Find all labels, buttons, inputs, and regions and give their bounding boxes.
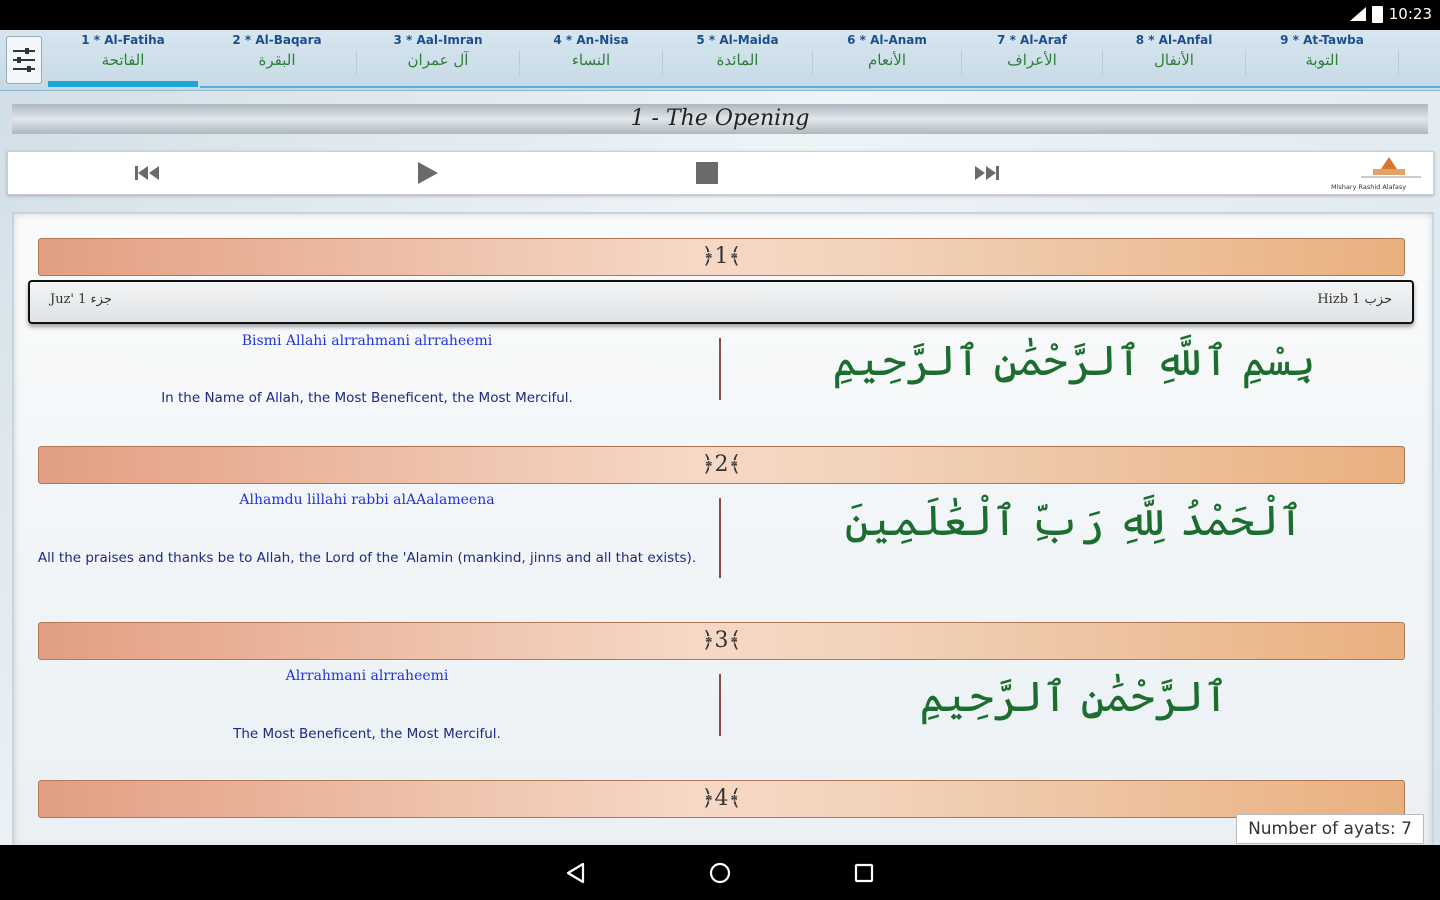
tab-label-ar: الأعراف [1007, 51, 1057, 69]
recents-square-icon [854, 863, 874, 883]
tab-label-ar: الأنعام [868, 51, 906, 69]
tab-al-anfal[interactable]: 8 * Al-Anfal الأنفال [1104, 30, 1244, 88]
tab-divider [812, 50, 813, 76]
ayah-header-1: ﴿1﴾ [38, 238, 1405, 276]
tab-al-anam[interactable]: 6 * Al-Anam الأنعام [814, 30, 960, 88]
ayah-divider [719, 338, 721, 400]
ayah-divider [719, 674, 721, 736]
selected-tab-indicator [48, 81, 198, 87]
tab-divider [356, 50, 357, 76]
ayah-arabic: بِسْمِ ٱللَّهِ ٱلرَّحْمَٰنِ ٱلرَّحِيمِ [832, 336, 1316, 385]
tab-at-tawba[interactable]: 9 * At-Tawba التوبة [1247, 30, 1397, 88]
tab-label-en: 1 * Al-Fatiha [81, 33, 165, 47]
tab-label-en: 5 * Al-Maida [696, 33, 779, 47]
previous-button[interactable] [133, 161, 161, 185]
battery-icon [1371, 5, 1383, 23]
tab-al-araf[interactable]: 7 * Al-Araf الأعراف [963, 30, 1101, 88]
reciter-selector[interactable]: Mishary Rashid Alafasy [1331, 155, 1423, 191]
tab-label-ar: النساء [571, 51, 611, 69]
ayah-list[interactable]: ﴿1﴾ Juz' 1 جزء Hizb 1 حزب Bismi Allahi a… [12, 212, 1434, 849]
tab-label-ar: آل عمران [407, 51, 469, 69]
settings-menu-button[interactable] [6, 36, 42, 84]
ayah-number: ﴿2﴾ [701, 452, 742, 477]
status-icons: 10:23 [1349, 5, 1432, 23]
ayah-translation: All the praises and thanks be to Allah, … [37, 550, 697, 566]
tab-divider [961, 50, 962, 76]
ayah-transliteration: Bismi Allahi alrrahmani alrraheemi [241, 333, 493, 349]
ayah-arabic: ٱلرَّحْمَٰنِ ٱلرَّحِيمِ [919, 672, 1229, 721]
tab-label-en: 4 * An-Nisa [553, 33, 629, 47]
ayah-number: ﴿3﴾ [701, 628, 742, 653]
tab-label-en: 2 * Al-Baqara [232, 33, 322, 47]
tab-underline [200, 86, 1440, 88]
ayah-number: ﴿1﴾ [701, 244, 742, 269]
audio-player: Mishary Rashid Alafasy [7, 151, 1434, 195]
back-triangle-icon [566, 862, 585, 884]
ayah-header-4: ﴿4﴾ [38, 780, 1405, 818]
tab-divider [519, 50, 520, 76]
hizb-label: Hizb 1 حزب [1317, 292, 1392, 307]
tab-label-en: 3 * Aal-Imran [393, 33, 483, 47]
tab-label-ar: الأنفال [1154, 51, 1194, 69]
play-button[interactable] [413, 161, 441, 185]
ayah-header-3: ﴿3﴾ [38, 622, 1405, 660]
reciter-logo-icon [1361, 157, 1421, 178]
tab-label-en: 8 * Al-Anfal [1135, 33, 1213, 47]
skip-previous-icon [135, 166, 159, 180]
tab-divider [1398, 50, 1399, 76]
skip-next-icon [975, 166, 999, 180]
surah-title: 1 - The Opening [630, 106, 810, 131]
ayah-divider [719, 498, 721, 578]
ayah-arabic: ٱلْحَمْدُ لِلَّهِ رَبِّ ٱلْعَٰلَمِينَ [844, 496, 1304, 545]
next-button[interactable] [973, 161, 1001, 185]
ayah-header-2: ﴿2﴾ [38, 446, 1405, 484]
home-button[interactable] [707, 860, 733, 886]
tab-label-ar: البقرة [258, 51, 296, 69]
stop-button[interactable] [693, 161, 721, 185]
tab-al-fatiha[interactable]: 1 * Al-Fatiha الفاتحة [48, 30, 198, 88]
surah-tab-bar[interactable]: 1 * Al-Fatiha الفاتحة 2 * Al-Baqara البق… [0, 30, 1440, 91]
ayat-count-badge: Number of ayats: 7 [1236, 814, 1424, 844]
tab-al-baqara[interactable]: 2 * Al-Baqara البقرة [200, 30, 354, 88]
ayah-transliteration: Alrrahmani alrraheemi [285, 668, 449, 684]
recents-button[interactable] [851, 860, 877, 886]
sliders-icon [13, 48, 35, 72]
tab-label-en: 6 * Al-Anam [847, 33, 927, 47]
tab-divider [1245, 50, 1246, 76]
play-icon [418, 162, 438, 184]
tab-label-en: 9 * At-Tawba [1280, 33, 1364, 47]
ayah-number: ﴿4﴾ [701, 786, 742, 811]
reciter-name: Mishary Rashid Alafasy [1331, 183, 1407, 191]
tab-al-maida[interactable]: 5 * Al-Maida المائدة [664, 30, 811, 88]
tab-label-ar: التوبة [1305, 51, 1339, 69]
tab-label-ar: المائدة [716, 51, 759, 69]
juz-label: Juz' 1 جزء [50, 292, 112, 307]
ayah-translation: In the Name of Allah, the Most Beneficen… [161, 390, 573, 406]
home-circle-icon [709, 862, 731, 884]
status-time: 10:23 [1388, 5, 1432, 23]
signal-icon [1349, 7, 1366, 21]
stop-icon [696, 162, 718, 184]
juz-hizb-bar: Juz' 1 جزء Hizb 1 حزب [28, 280, 1414, 324]
tab-label-ar: الفاتحة [101, 51, 145, 69]
surah-title-bar: 1 - The Opening [12, 104, 1428, 134]
status-bar: 10:23 [0, 0, 1440, 30]
ayah-translation: The Most Beneficent, the Most Merciful. [233, 726, 501, 742]
tab-divider [1102, 50, 1103, 76]
tab-divider [662, 50, 663, 76]
quran-app: 1 * Al-Fatiha الفاتحة 2 * Al-Baqara البق… [0, 30, 1440, 849]
tab-label-en: 7 * Al-Araf [997, 33, 1067, 47]
tab-an-nisa[interactable]: 4 * An-Nisa النساء [521, 30, 661, 88]
ayah-transliteration: Alhamdu lillahi rabbi alAAalameena [239, 492, 495, 508]
back-button[interactable] [563, 860, 589, 886]
system-nav-bar [0, 845, 1440, 900]
tab-aal-imran[interactable]: 3 * Aal-Imran آل عمران [358, 30, 518, 88]
